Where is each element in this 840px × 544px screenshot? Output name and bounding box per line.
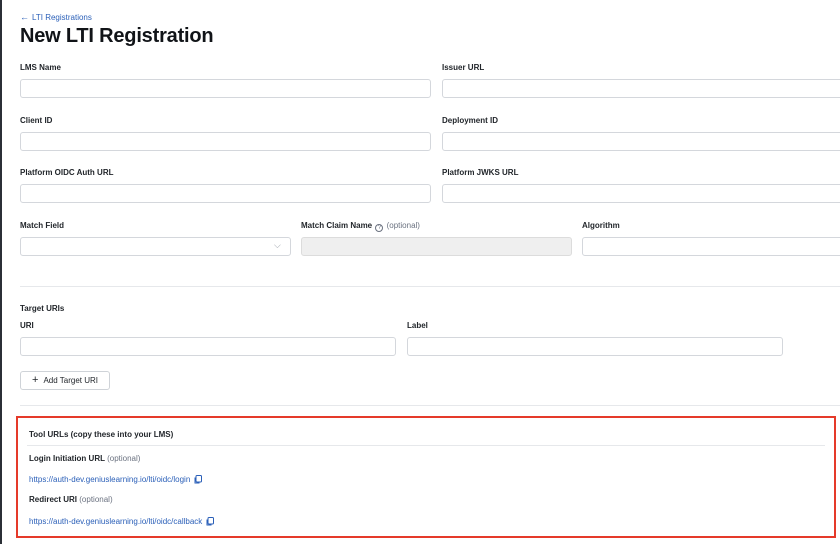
copy-icon[interactable] <box>206 517 215 526</box>
redirect-uri-label: Redirect URI <box>29 495 78 504</box>
match-claim-input <box>301 237 572 256</box>
uri-label: URI <box>20 321 34 330</box>
match-field-select[interactable] <box>20 237 291 256</box>
lms-name-input[interactable] <box>20 79 431 98</box>
login-initiation-url-text: https://auth-dev.geniuslearning.io/lti/o… <box>29 475 191 484</box>
uri-label-label: Label <box>407 321 428 330</box>
arrow-left-icon: ← <box>20 12 29 22</box>
redirect-uri-label-row: Redirect URI (optional) <box>29 495 113 504</box>
tool-urls-divider <box>27 445 825 446</box>
target-uris-heading: Target URIs <box>20 304 65 313</box>
login-initiation-optional: (optional) <box>107 454 141 463</box>
section-divider-2 <box>20 405 840 406</box>
copy-icon[interactable] <box>194 475 203 484</box>
back-link-label: LTI Registrations <box>32 13 92 22</box>
redirect-uri-url[interactable]: https://auth-dev.geniuslearning.io/lti/o… <box>29 517 215 526</box>
deployment-id-input[interactable] <box>442 132 840 151</box>
uri-label-input[interactable] <box>407 337 783 356</box>
add-target-uri-label: Add Target URI <box>43 376 98 385</box>
client-id-input[interactable] <box>20 132 431 151</box>
oidc-auth-url-label: Platform OIDC Auth URL <box>20 168 114 177</box>
redirect-uri-url-text: https://auth-dev.geniuslearning.io/lti/o… <box>29 517 203 526</box>
back-link[interactable]: ← LTI Registrations <box>20 12 92 23</box>
oidc-auth-url-input[interactable] <box>20 184 431 203</box>
client-id-label: Client ID <box>20 116 53 125</box>
algorithm-input[interactable] <box>582 237 840 256</box>
match-field-label: Match Field <box>20 221 65 230</box>
lms-name-label: LMS Name <box>20 63 61 72</box>
issuer-url-label: Issuer URL <box>442 63 485 72</box>
chevron-down-icon: ⌵ <box>274 240 281 250</box>
issuer-url-input[interactable] <box>442 79 840 98</box>
uri-input[interactable] <box>20 337 396 356</box>
login-initiation-label: Login Initiation URL <box>29 454 105 463</box>
plus-icon: + <box>32 374 39 386</box>
jwks-url-input[interactable] <box>442 184 840 203</box>
login-initiation-url[interactable]: https://auth-dev.geniuslearning.io/lti/o… <box>29 475 203 484</box>
match-claim-optional: (optional) <box>386 221 420 230</box>
match-claim-label-row: Match Claim Name ? (optional) <box>301 221 420 232</box>
tool-urls-title: Tool URLs (copy these into your LMS) <box>29 430 174 439</box>
section-divider <box>20 286 840 287</box>
window-left-edge <box>0 0 2 544</box>
help-circle-icon[interactable]: ? <box>375 224 384 232</box>
login-initiation-label-row: Login Initiation URL (optional) <box>29 454 140 463</box>
tool-urls-panel: Tool URLs (copy these into your LMS) Log… <box>16 416 836 538</box>
deployment-id-label: Deployment ID <box>442 116 499 125</box>
algorithm-label: Algorithm <box>582 221 620 230</box>
match-claim-label: Match Claim Name <box>301 221 373 230</box>
jwks-url-label: Platform JWKS URL <box>442 168 519 177</box>
redirect-uri-optional: (optional) <box>79 495 113 504</box>
page-title: New LTI Registration <box>20 25 214 47</box>
add-target-uri-button[interactable]: + Add Target URI <box>20 371 110 390</box>
